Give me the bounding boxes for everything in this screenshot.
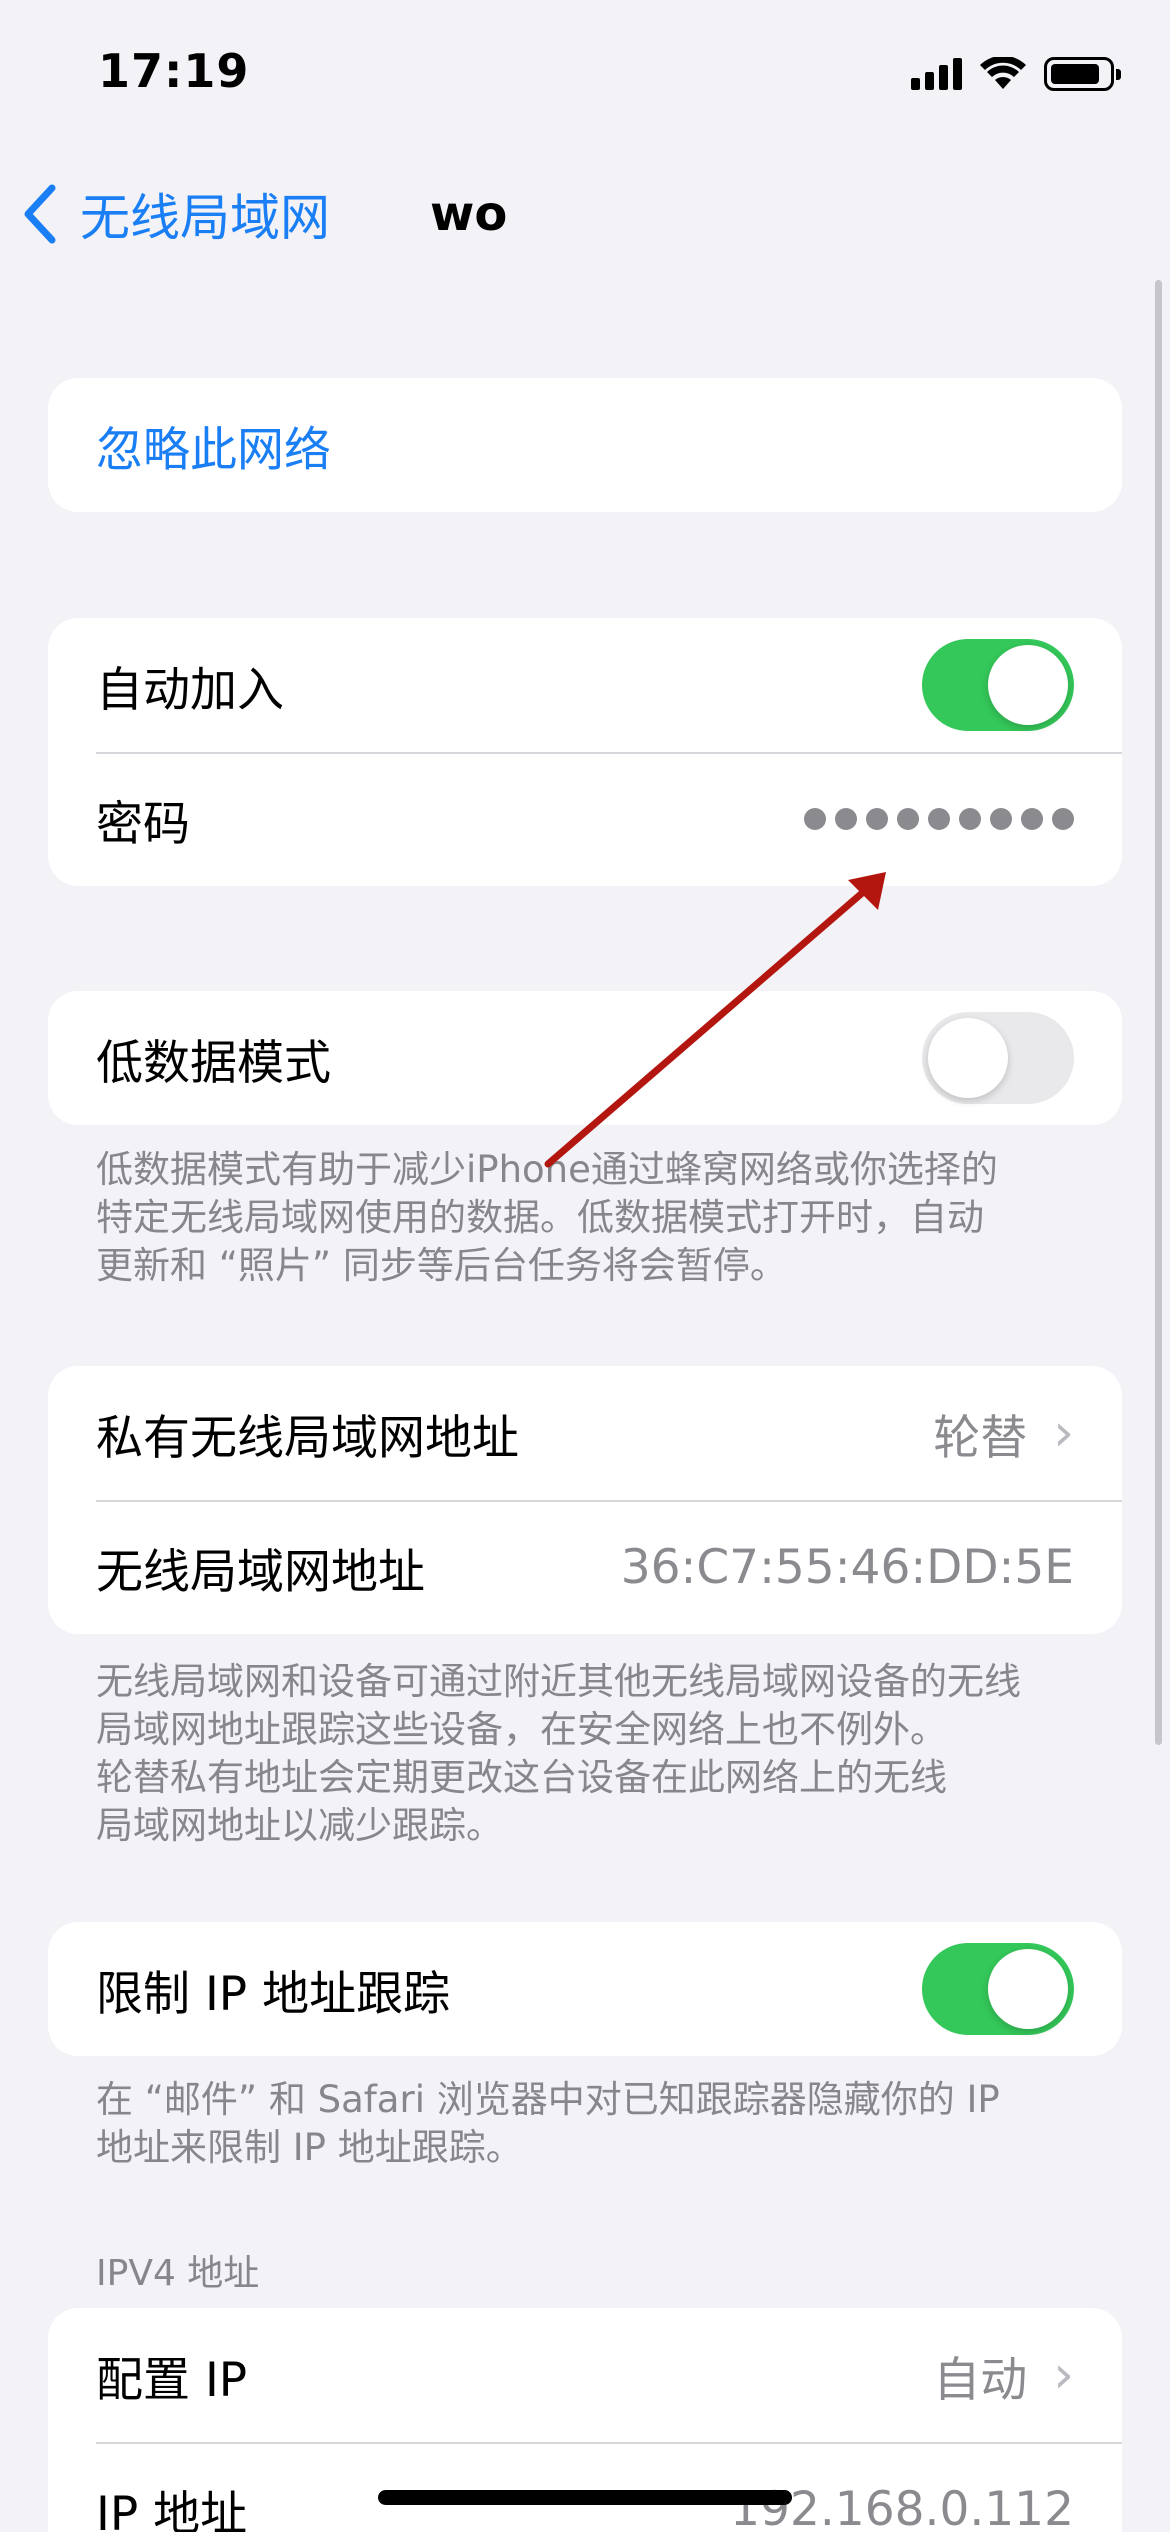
status-icons <box>911 52 1121 96</box>
ip-tracking-row: 限制 IP 地址跟踪 <box>48 1922 1122 2056</box>
configure-ip-label: 配置 IP <box>96 2352 248 2408</box>
chevron-right-icon: › <box>1053 1403 1074 1463</box>
cellular-signal-icon <box>911 58 962 90</box>
wifi-icon <box>980 57 1026 89</box>
low-data-footnote: 低数据模式有助于减少iPhone通过蜂窝网络或你选择的 特定无线局域网使用的数据… <box>96 1148 998 1287</box>
status-time: 17:19 <box>98 44 250 98</box>
low-data-row: 低数据模式 <box>48 991 1122 1125</box>
configure-ip-row[interactable]: 配置 IP 自动 › <box>48 2308 1122 2442</box>
status-bar: 17:19 <box>0 0 1170 150</box>
password-dots <box>804 808 1074 830</box>
auto-join-toggle[interactable] <box>922 639 1074 731</box>
chevron-left-icon <box>24 184 56 244</box>
address-footnote: 无线局域网和设备可通过附近其他无线局域网设备的无线 局域网地址跟踪这些设备，在安… <box>96 1660 1021 1847</box>
back-button-label: 无线局域网 <box>80 189 330 247</box>
wifi-address-row: 无线局域网地址 36:C7:55:46:DD:5E <box>48 1500 1122 1634</box>
scroll-indicator <box>1155 280 1162 1745</box>
home-indicator <box>378 2490 792 2505</box>
ip-tracking-footnote: 在 “邮件” 和 Safari 浏览器中对已知跟踪器隐藏你的 IP 地址来限制 … <box>96 2078 1000 2169</box>
ip-tracking-label: 限制 IP 地址跟踪 <box>96 1966 451 2022</box>
navigation-bar: 无线局域网 wo <box>0 160 1170 260</box>
password-label: 密码 <box>96 796 190 852</box>
battery-icon <box>1044 57 1121 91</box>
page-title: wo <box>430 186 508 242</box>
low-data-group: 低数据模式 <box>48 991 1122 1125</box>
wifi-address-label: 无线局域网地址 <box>96 1544 425 1600</box>
private-address-row[interactable]: 私有无线局域网地址 轮替 › <box>48 1366 1122 1500</box>
back-button[interactable]: 无线局域网 <box>22 178 330 250</box>
auto-join-row: 自动加入 <box>48 618 1122 752</box>
password-row[interactable]: 密码 <box>48 752 1122 886</box>
ip-tracking-toggle[interactable] <box>922 1943 1074 2035</box>
ip-address-label: IP 地址 <box>96 2486 248 2532</box>
low-data-toggle[interactable] <box>922 1012 1074 1104</box>
ip-address-row: IP 地址 192.168.0.112 <box>48 2442 1122 2532</box>
private-address-value: 轮替 › <box>933 1403 1074 1466</box>
ip-tracking-group: 限制 IP 地址跟踪 <box>48 1922 1122 2056</box>
address-group: 私有无线局域网地址 轮替 › 无线局域网地址 36:C7:55:46:DD:5E <box>48 1366 1122 1634</box>
forget-network-label: 忽略此网络 <box>96 422 331 478</box>
low-data-label: 低数据模式 <box>96 1035 331 1091</box>
forget-network-button[interactable]: 忽略此网络 <box>48 378 1122 512</box>
forget-network-group: 忽略此网络 <box>48 378 1122 512</box>
join-settings-group: 自动加入 密码 <box>48 618 1122 886</box>
wifi-address-value: 36:C7:55:46:DD:5E <box>620 1539 1074 1595</box>
configure-ip-value: 自动 › <box>933 2345 1074 2408</box>
auto-join-label: 自动加入 <box>96 662 284 718</box>
private-address-label: 私有无线局域网地址 <box>96 1410 519 1466</box>
chevron-right-icon: › <box>1053 2345 1074 2405</box>
ipv4-section-header: IPV4 地址 <box>96 2253 260 2294</box>
